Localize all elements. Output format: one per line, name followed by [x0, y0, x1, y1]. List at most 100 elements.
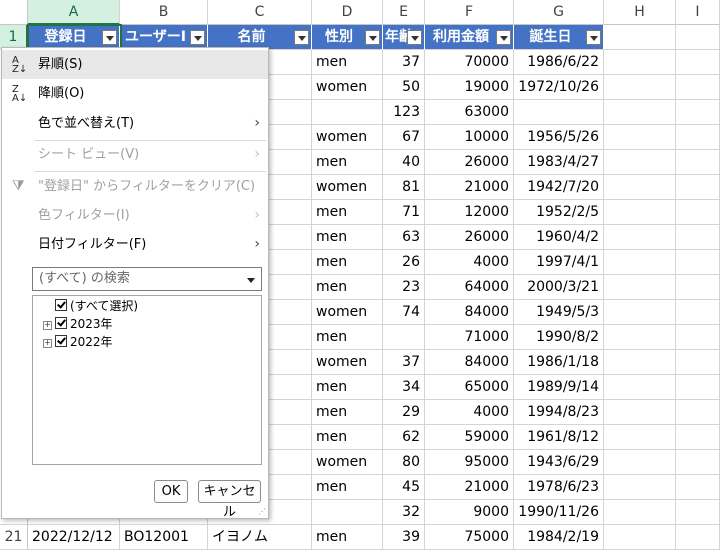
column-header-i[interactable]: I: [676, 0, 720, 25]
cell[interactable]: [676, 225, 720, 250]
table-cell[interactable]: 4000: [425, 250, 514, 275]
table-cell[interactable]: 1978/6/23: [514, 475, 604, 500]
table-cell[interactable]: 1942/7/20: [514, 175, 604, 200]
color-filter-item[interactable]: 色フィルター(I) ›: [2, 201, 268, 230]
table-cell[interactable]: women: [312, 450, 383, 475]
table-cell[interactable]: 26: [383, 250, 425, 275]
table-cell[interactable]: 80: [383, 450, 425, 475]
table-cell[interactable]: 71000: [425, 325, 514, 350]
table-cell[interactable]: 84000: [425, 300, 514, 325]
table-cell[interactable]: 1986/6/22: [514, 50, 604, 75]
column-header-e[interactable]: E: [383, 0, 425, 25]
cell[interactable]: [676, 325, 720, 350]
cell[interactable]: [604, 50, 676, 75]
table-cell[interactable]: 40: [383, 150, 425, 175]
table-cell[interactable]: women: [312, 125, 383, 150]
cell[interactable]: [676, 75, 720, 100]
cell[interactable]: [604, 175, 676, 200]
filter-value-tree[interactable]: (すべて選択) +2023年 +2022年: [32, 295, 262, 465]
date-filter-item[interactable]: 日付フィルター(F) ›: [2, 230, 268, 259]
table-cell[interactable]: men: [312, 325, 383, 350]
table-cell[interactable]: [312, 500, 383, 525]
table-cell[interactable]: 1972/10/26: [514, 75, 604, 100]
cell[interactable]: [604, 75, 676, 100]
column-header-f[interactable]: F: [425, 0, 514, 25]
resize-grip-icon[interactable]: ⋰: [258, 508, 266, 516]
table-cell[interactable]: 1986/1/18: [514, 350, 604, 375]
table-cell[interactable]: 63000: [425, 100, 514, 125]
sort-ascending-item[interactable]: A Z↓ 昇順(S): [2, 50, 268, 79]
row-header-21[interactable]: 21: [0, 525, 28, 550]
cell[interactable]: [604, 350, 676, 375]
table-cell[interactable]: 64000: [425, 275, 514, 300]
tree-item-2023[interactable]: +2023年: [43, 316, 113, 332]
table-cell[interactable]: 9000: [425, 500, 514, 525]
sort-by-color-item[interactable]: 色で並べ替え(T) ›: [2, 109, 268, 138]
table-cell[interactable]: 45: [383, 475, 425, 500]
table-cell[interactable]: 67: [383, 125, 425, 150]
cell[interactable]: [604, 425, 676, 450]
cell[interactable]: [676, 525, 720, 550]
table-cell[interactable]: men: [312, 375, 383, 400]
cell[interactable]: [676, 350, 720, 375]
table-cell[interactable]: 1990/11/26: [514, 500, 604, 525]
column-header-c[interactable]: C: [208, 0, 312, 25]
table-cell[interactable]: 29: [383, 400, 425, 425]
cell[interactable]: [604, 300, 676, 325]
table-cell[interactable]: men: [312, 225, 383, 250]
table-cell[interactable]: 50: [383, 75, 425, 100]
sheet-view-item[interactable]: シート ビュー(V) ›: [2, 140, 268, 169]
table-cell[interactable]: 32: [383, 500, 425, 525]
table-cell[interactable]: 62: [383, 425, 425, 450]
cell[interactable]: [676, 250, 720, 275]
table-cell[interactable]: women: [312, 350, 383, 375]
tree-item-select-all[interactable]: (すべて選択): [55, 298, 138, 314]
filter-dropdown-icon[interactable]: [294, 30, 309, 45]
table-cell[interactable]: 1960/4/2: [514, 225, 604, 250]
cell[interactable]: [676, 100, 720, 125]
select-all-corner[interactable]: [0, 0, 28, 25]
table-cell[interactable]: men: [312, 200, 383, 225]
table-cell[interactable]: 26000: [425, 225, 514, 250]
table-cell[interactable]: men: [312, 150, 383, 175]
table-cell[interactable]: men: [312, 525, 383, 550]
expand-icon[interactable]: +: [43, 321, 52, 330]
table-cell[interactable]: 81: [383, 175, 425, 200]
column-header-g[interactable]: G: [514, 0, 604, 25]
table-cell[interactable]: men: [312, 400, 383, 425]
clear-filter-item[interactable]: ⧩ "登録日" からフィルターをクリア(C): [2, 172, 268, 201]
table-cell[interactable]: 59000: [425, 425, 514, 450]
cell[interactable]: [676, 275, 720, 300]
table-cell[interactable]: [312, 100, 383, 125]
cell[interactable]: [604, 325, 676, 350]
table-cell[interactable]: men: [312, 475, 383, 500]
table-cell[interactable]: 75000: [425, 525, 514, 550]
table-cell[interactable]: イヨノム: [208, 525, 312, 550]
table-header-cell[interactable]: 性別: [312, 25, 383, 50]
table-cell[interactable]: 4000: [425, 400, 514, 425]
cell[interactable]: [604, 225, 676, 250]
table-cell[interactable]: 10000: [425, 125, 514, 150]
cell[interactable]: [676, 450, 720, 475]
cell[interactable]: [604, 150, 676, 175]
table-cell[interactable]: 39: [383, 525, 425, 550]
table-cell[interactable]: 1952/2/5: [514, 200, 604, 225]
cell[interactable]: [604, 525, 676, 550]
expand-icon[interactable]: +: [43, 339, 52, 348]
table-cell[interactable]: 1984/2/19: [514, 525, 604, 550]
table-cell[interactable]: 23: [383, 275, 425, 300]
cell[interactable]: [604, 475, 676, 500]
cell[interactable]: [604, 400, 676, 425]
column-header-b[interactable]: B: [120, 0, 208, 25]
cell[interactable]: [676, 300, 720, 325]
table-cell[interactable]: 1990/8/2: [514, 325, 604, 350]
cell[interactable]: [604, 375, 676, 400]
cell[interactable]: [604, 450, 676, 475]
table-header-cell[interactable]: 誕生日: [514, 25, 604, 50]
table-cell[interactable]: 1997/4/1: [514, 250, 604, 275]
table-cell[interactable]: 84000: [425, 350, 514, 375]
cell[interactable]: [676, 475, 720, 500]
table-cell[interactable]: 1949/5/3: [514, 300, 604, 325]
table-cell[interactable]: 74: [383, 300, 425, 325]
table-cell[interactable]: women: [312, 300, 383, 325]
